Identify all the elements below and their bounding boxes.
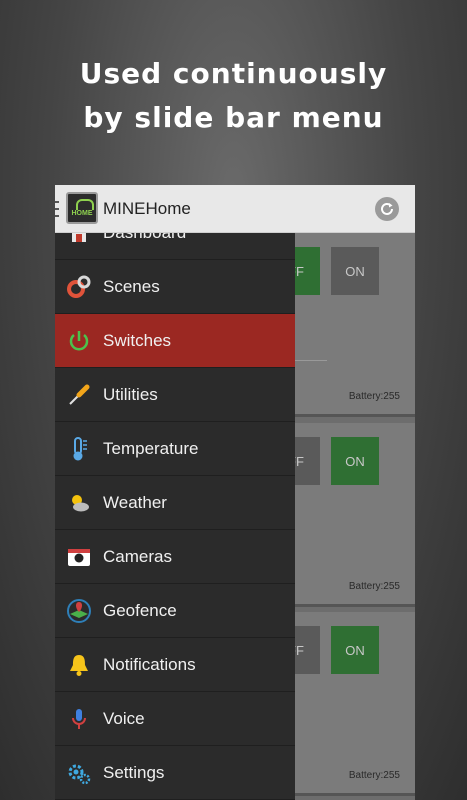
drawer-item-settings[interactable]: Settings — [55, 746, 295, 800]
drawer-item-cameras[interactable]: Cameras — [55, 530, 295, 584]
navigation-drawer: Dashboard Scenes Switches — [55, 233, 295, 800]
app-title: MINEHome — [103, 199, 191, 218]
drawer-item-label: Notifications — [103, 654, 196, 674]
battery-label: Battery:255 — [348, 391, 400, 402]
drawer-item-voice[interactable]: Voice — [55, 692, 295, 746]
weather-icon — [66, 490, 92, 516]
action-bar: HOME MINEHome — [55, 185, 415, 233]
drawer-item-geofence[interactable]: Geofence — [55, 584, 295, 638]
drawer-item-label: Settings — [103, 762, 165, 782]
drawer-item-label: Dashboard — [103, 233, 186, 243]
promo-headline: Used continuously by slide bar menu — [0, 52, 467, 140]
microphone-icon — [66, 706, 92, 732]
geofence-icon — [66, 598, 92, 624]
drawer-item-scenes[interactable]: Scenes — [55, 260, 295, 314]
drawer-item-label: Temperature — [103, 438, 199, 458]
drawer-item-switches[interactable]: Switches — [55, 314, 295, 368]
app-logo[interactable]: HOME — [66, 192, 98, 224]
drawer-indicator-icon[interactable] — [55, 201, 59, 217]
home-icon — [66, 233, 92, 246]
drawer-item-temperature[interactable]: Temperature — [55, 422, 295, 476]
drawer-item-utilities[interactable]: Utilities — [55, 368, 295, 422]
app-logo-text: HOME — [71, 210, 93, 217]
refresh-icon[interactable] — [375, 197, 399, 221]
bell-icon — [66, 652, 92, 678]
headline-line-2: by slide bar menu — [83, 101, 384, 134]
drawer-item-label: Geofence — [103, 600, 177, 620]
on-button[interactable]: ON — [331, 247, 379, 295]
drawer-item-label: Voice — [103, 708, 145, 728]
drawer-item-label: Weather — [103, 492, 167, 512]
camera-icon — [66, 544, 92, 570]
on-button[interactable]: ON — [331, 626, 379, 674]
headline-line-1: Used continuously — [79, 57, 388, 90]
drawer-item-weather[interactable]: Weather — [55, 476, 295, 530]
on-button-label: ON — [345, 263, 365, 279]
phone-screen: FF ON Battery:255 FF ON Battery:255 FF O… — [55, 185, 415, 800]
scenes-icon — [66, 274, 92, 300]
screwdriver-icon — [66, 382, 92, 408]
gear-icon — [66, 760, 92, 786]
drawer-item-label: Cameras — [103, 546, 172, 566]
drawer-item-label: Scenes — [103, 276, 160, 296]
on-button-label: ON — [345, 642, 365, 658]
drawer-item-label: Utilities — [103, 384, 158, 404]
drawer-item-dashboard[interactable]: Dashboard — [55, 233, 295, 260]
slider-track — [295, 360, 327, 361]
battery-label: Battery:255 — [348, 581, 400, 592]
on-button-label: ON — [345, 453, 365, 469]
drawer-item-label: Switches — [103, 330, 172, 350]
power-icon — [66, 328, 92, 354]
drawer-item-notifications[interactable]: Notifications — [55, 638, 295, 692]
thermometer-icon — [66, 436, 92, 462]
on-button[interactable]: ON — [331, 437, 379, 485]
battery-label: Battery:255 — [348, 770, 400, 781]
